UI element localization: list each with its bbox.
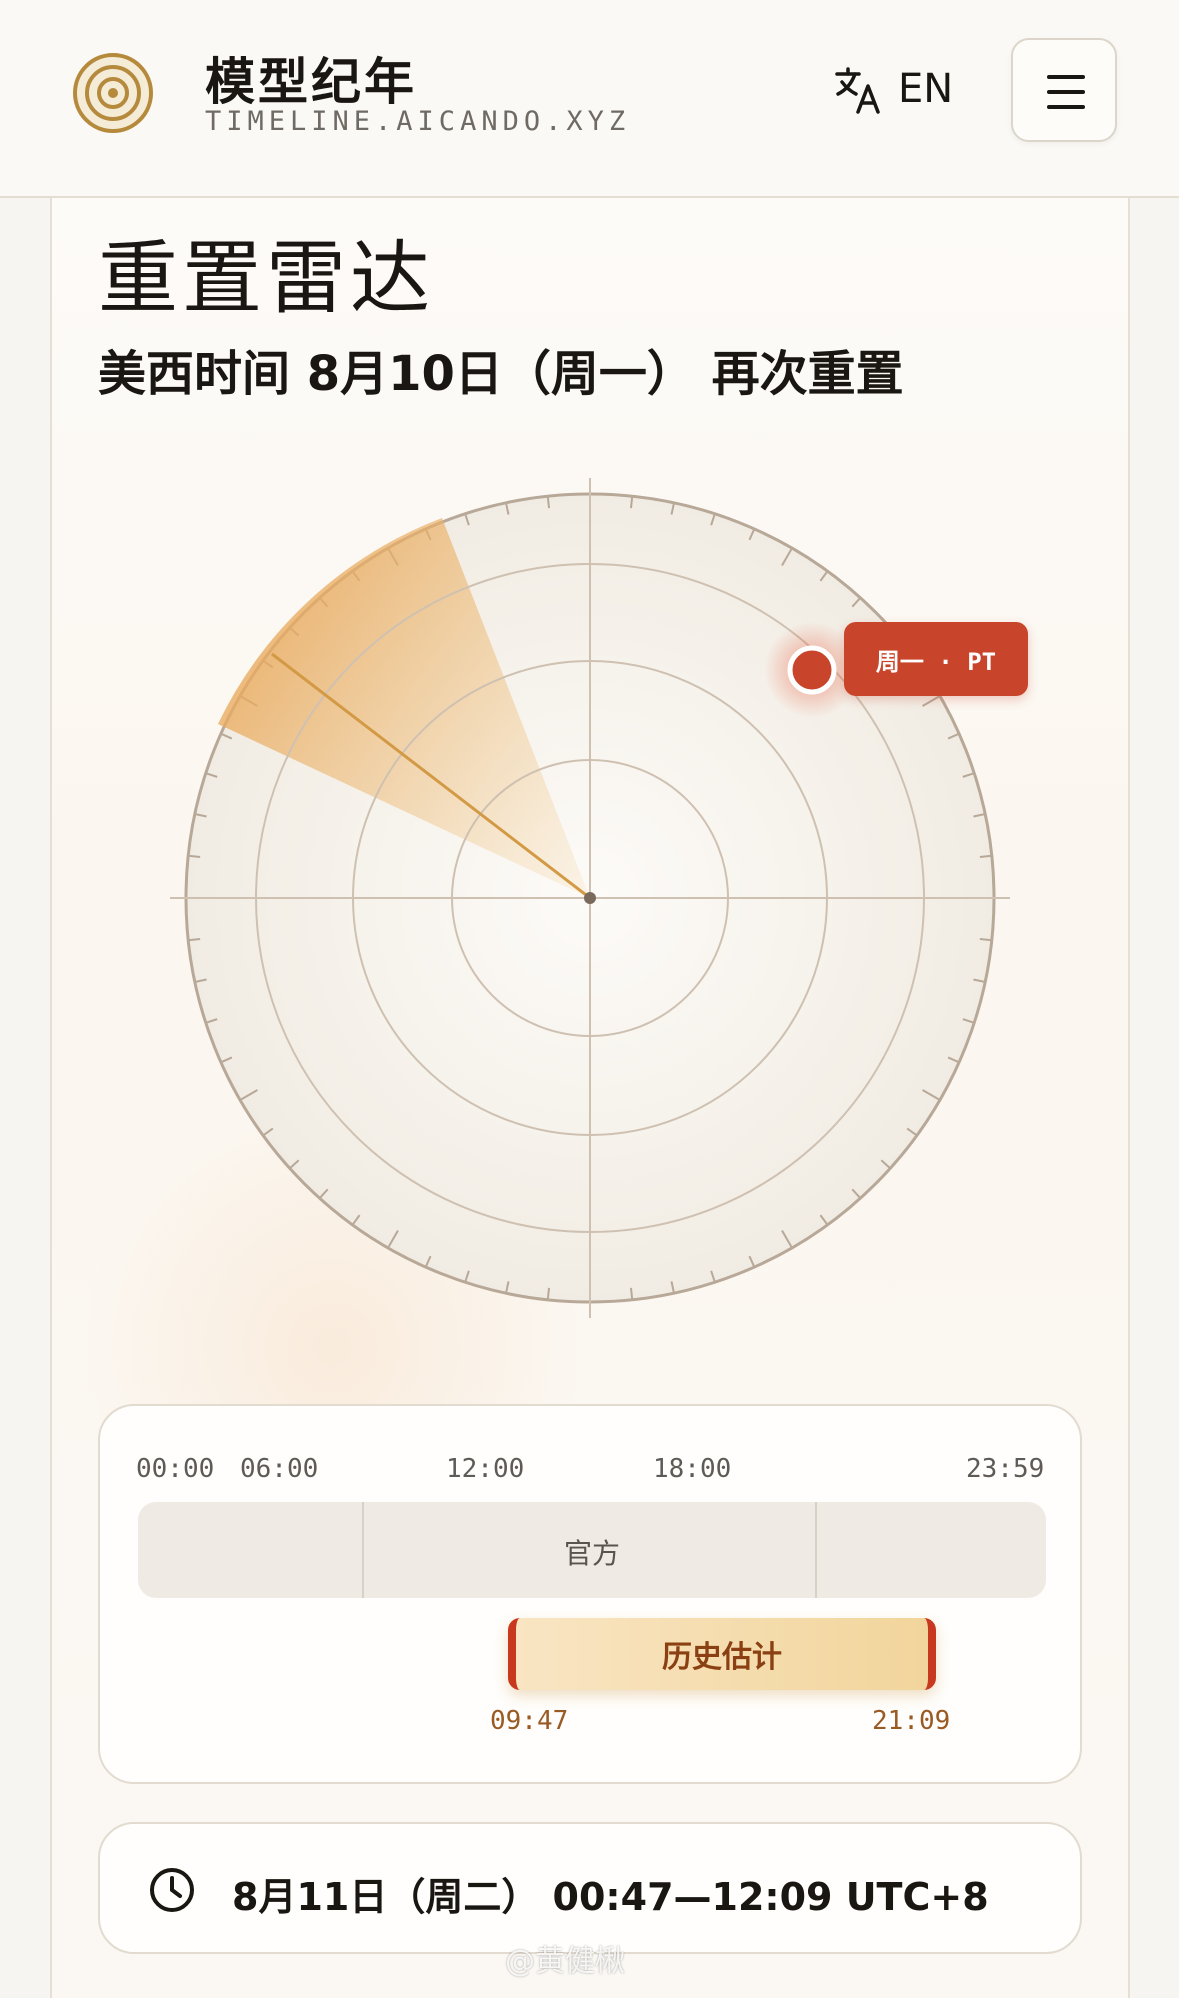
brand-title[interactable]: 模型纪年 bbox=[205, 42, 417, 114]
reset-subtitle: 美西时间 8月10日（周一） 再次重置 bbox=[98, 346, 904, 402]
radar-tick bbox=[629, 1287, 634, 1300]
radar-tick bbox=[629, 496, 634, 509]
estimate-start: 09:47 bbox=[490, 1706, 569, 1736]
official-window-bar: 官方 bbox=[138, 1502, 1046, 1598]
local-time-range: 8月11日（周二） 00:47—12:09 UTC+8 bbox=[232, 1875, 989, 1919]
translate-icon[interactable] bbox=[834, 66, 882, 116]
estimate-label: 历史估计 bbox=[662, 1640, 782, 1675]
local-time-card: 8月11日（周二） 00:47—12:09 UTC+8 bbox=[98, 1822, 1082, 1954]
tick-label: 23:59 bbox=[966, 1454, 1045, 1484]
official-label: 官方 bbox=[563, 1537, 620, 1570]
tick-label: 18:00 bbox=[653, 1454, 732, 1484]
clock-icon bbox=[150, 1868, 194, 1912]
radar-tick bbox=[979, 854, 992, 859]
hamburger-menu-icon bbox=[1047, 75, 1085, 79]
watermark: @黄健楸 bbox=[505, 1944, 625, 1979]
radar-tick bbox=[188, 937, 201, 942]
marker-label: 周一 · PT bbox=[844, 622, 1028, 696]
reset-marker[interactable] bbox=[787, 645, 837, 695]
historical-estimate-bar[interactable]: 历史估计 bbox=[508, 1618, 936, 1690]
tick-label: 06:00 bbox=[240, 1454, 319, 1484]
tick-label: 12:00 bbox=[446, 1454, 525, 1484]
radar-tick bbox=[979, 937, 992, 942]
app-header: 模型纪年 TIMELINE.AICANDO.XYZ EN bbox=[0, 0, 1179, 198]
language-toggle[interactable]: EN bbox=[898, 66, 953, 112]
brand-url: TIMELINE.AICANDO.XYZ bbox=[205, 106, 631, 137]
radar-tick bbox=[546, 1287, 551, 1300]
reset-radar bbox=[170, 478, 1010, 1318]
radar-tick bbox=[546, 496, 551, 509]
radar-tick bbox=[188, 854, 201, 859]
radar-center bbox=[584, 892, 596, 904]
tick-label: 00:00 bbox=[136, 1454, 215, 1484]
logo-icon[interactable] bbox=[72, 52, 154, 134]
hamburger-line bbox=[1047, 90, 1085, 94]
estimate-end: 21:09 bbox=[872, 1706, 951, 1736]
hamburger-line bbox=[1047, 105, 1085, 109]
menu-button[interactable] bbox=[1011, 38, 1117, 142]
timeline-card: 00:00 06:00 12:00 18:00 23:59 官方 历史估计 09… bbox=[98, 1404, 1082, 1784]
page-title: 重置雷达 bbox=[98, 232, 434, 325]
